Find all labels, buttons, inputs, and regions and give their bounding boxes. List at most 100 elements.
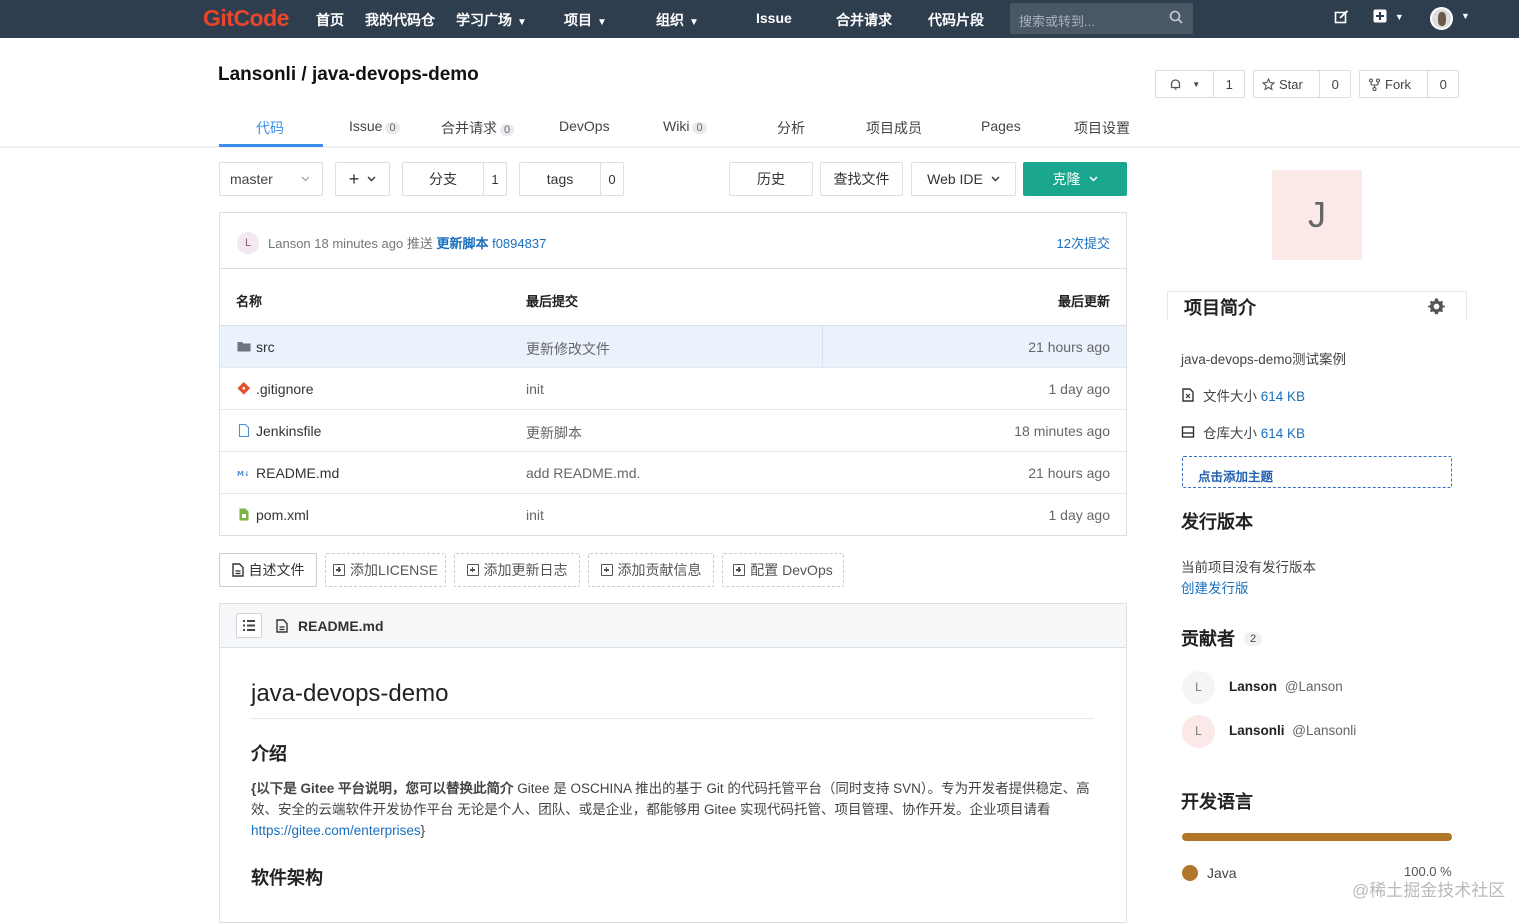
chevron-down-icon: ▼ xyxy=(517,17,527,28)
readme-heading-intro: 介绍 xyxy=(251,744,287,764)
find-file-button[interactable]: 查找文件 xyxy=(820,162,903,196)
tab-settings[interactable]: 项目设置 xyxy=(1074,118,1130,138)
watermark: @稀土掘金技术社区 xyxy=(1352,881,1506,900)
tab-issue[interactable]: Issue 0 xyxy=(349,118,400,134)
star-button[interactable]: Star 0 xyxy=(1253,70,1351,98)
add-contributing-button[interactable]: 添加贡献信息 xyxy=(588,553,714,587)
table-row[interactable]: Jenkinsfile 更新脚本 18 minutes ago xyxy=(220,410,1126,452)
repo-size-value: 614 KB xyxy=(1260,426,1306,441)
edit-icon[interactable] xyxy=(1334,10,1349,25)
table-row[interactable]: src 更新修改文件 21 hours ago xyxy=(220,326,1126,368)
file-commit-message[interactable]: init xyxy=(526,381,544,397)
toc-button[interactable] xyxy=(236,613,262,638)
project-intro-header: 项目简介 xyxy=(1167,291,1467,321)
nav-my-repos[interactable]: 我的代码仓 xyxy=(365,10,435,30)
commit-author-avatar[interactable]: L xyxy=(237,232,259,254)
chevron-down-icon xyxy=(1088,176,1098,182)
tab-pages[interactable]: Pages xyxy=(981,118,1021,134)
top-navbar: GitCode 首页 我的代码仓 学习广场 ▼ 项目 ▼ 组织 ▼ Issue 合并请… xyxy=(0,0,1519,38)
commit-message-link[interactable]: 更新脚本 xyxy=(436,236,488,251)
tab-analysis[interactable]: 分析 xyxy=(777,118,805,138)
repo-title[interactable]: Lansonli / java-devops-demo xyxy=(218,64,479,86)
add-license-button[interactable]: 添加LICENSE xyxy=(325,553,446,587)
language-color-dot xyxy=(1182,865,1198,881)
table-row[interactable]: .gitignore init 1 day ago xyxy=(220,368,1126,410)
readme-heading-architecture: 软件架构 xyxy=(251,868,323,888)
repo-tabs: 代码 Issue 0 合并请求 0 DevOps Wiki 0 分析 项目成员 Pag… xyxy=(0,108,1519,148)
add-changelog-button[interactable]: 添加更新日志 xyxy=(454,553,580,587)
tab-members[interactable]: 项目成员 xyxy=(866,118,922,138)
web-ide-button[interactable]: Web IDE xyxy=(911,162,1016,196)
enterprise-link[interactable]: https://gitee.com/enterprises xyxy=(251,823,421,838)
nav-snippets[interactable]: 代码片段 xyxy=(928,10,984,30)
table-row[interactable]: M↓ README.md add README.md. 21 hours ago xyxy=(220,452,1126,494)
contributor-item[interactable]: Lansonli @Lansonli xyxy=(1181,723,1356,738)
tab-mr-label: 合并请求 xyxy=(441,120,497,136)
search-placeholder: 搜索或转到... xyxy=(1019,14,1095,29)
user-avatar[interactable] xyxy=(1430,7,1453,30)
tab-devops[interactable]: DevOps xyxy=(559,118,610,134)
table-row[interactable]: pom.xml init 1 day ago xyxy=(220,494,1126,536)
file-name-link[interactable]: README.md xyxy=(256,465,339,481)
tab-wiki-label: Wiki xyxy=(663,118,690,134)
file-commit-message[interactable]: 更新脚本 xyxy=(526,423,582,443)
file-name-link[interactable]: Jenkinsfile xyxy=(256,423,321,439)
repo-size-row: 仓库大小 614 KB xyxy=(1181,422,1305,442)
nav-learning-label: 学习广场 xyxy=(456,12,512,28)
watch-button[interactable]: ▼ 1 xyxy=(1155,70,1245,98)
branch-select[interactable]: master xyxy=(219,162,323,196)
file-commit-message[interactable]: init xyxy=(526,507,544,523)
gitcode-logo[interactable]: GitCode xyxy=(203,5,289,32)
add-topic-button[interactable]: 点击添加主题 xyxy=(1182,456,1452,488)
add-file-menu[interactable]: + xyxy=(335,162,390,196)
repo-size-label: 仓库大小 xyxy=(1203,426,1257,441)
nav-home[interactable]: 首页 xyxy=(316,10,344,30)
nav-learning[interactable]: 学习广场 ▼ xyxy=(456,10,527,30)
create-new-menu[interactable]: ▼ xyxy=(1373,9,1404,26)
chevron-down-icon[interactable]: ▼ xyxy=(1461,11,1470,21)
file-name-link[interactable]: pom.xml xyxy=(256,507,309,523)
commit-action: 推送 xyxy=(406,236,433,251)
no-release-text: 当前项目没有发行版本 xyxy=(1181,560,1316,575)
nav-issue[interactable]: Issue xyxy=(756,10,792,26)
clone-button[interactable]: 克隆 xyxy=(1023,162,1127,196)
readme-title: java-devops-demo xyxy=(251,680,1094,719)
commit-count-link[interactable]: 12次提交 xyxy=(1057,233,1110,252)
readme-bold-text: {以下是 Gitee 平台说明，您可以替换此简介 xyxy=(251,781,514,796)
tab-merge-requests[interactable]: 合并请求 0 xyxy=(441,118,515,138)
nav-orgs[interactable]: 组织 ▼ xyxy=(656,10,699,30)
configure-devops-button[interactable]: 配置 DevOps xyxy=(722,553,844,587)
project-avatar: J xyxy=(1272,170,1362,260)
nav-projects[interactable]: 项目 ▼ xyxy=(564,10,607,30)
plus-icon: + xyxy=(348,169,360,189)
plus-square-icon xyxy=(1373,9,1387,23)
create-release-link[interactable]: 创建发行版 xyxy=(1181,577,1249,597)
file-updated-time: 21 hours ago xyxy=(1028,339,1110,355)
file-commit-message[interactable]: add README.md. xyxy=(526,465,640,481)
file-name-link[interactable]: .gitignore xyxy=(256,381,314,397)
contributor-item[interactable]: Lanson @Lanson xyxy=(1181,679,1343,694)
languages-title: 开发语言 xyxy=(1181,792,1253,812)
tab-code[interactable]: 代码 xyxy=(256,118,284,138)
tab-wiki[interactable]: Wiki 0 xyxy=(663,118,707,134)
commit-sha-link[interactable]: f0894837 xyxy=(492,236,546,251)
commit-time: 18 minutes ago xyxy=(314,236,404,251)
fork-button[interactable]: Fork 0 xyxy=(1359,70,1459,98)
star-icon xyxy=(1262,77,1275,91)
chevron-down-icon xyxy=(301,176,310,182)
header-last-update: 最后更新 xyxy=(1057,294,1110,309)
readme-button[interactable]: 自述文件 xyxy=(219,553,317,587)
gear-icon[interactable] xyxy=(1427,297,1446,316)
tags-button[interactable]: tags 0 xyxy=(519,162,624,196)
file-name-link[interactable]: src xyxy=(256,339,275,355)
branches-button[interactable]: 分支 1 xyxy=(402,162,507,196)
chevron-down-icon xyxy=(991,176,1000,182)
search-input[interactable]: 搜索或转到... xyxy=(1010,3,1193,34)
nav-merge-requests[interactable]: 合并请求 xyxy=(836,10,892,30)
commit-author[interactable]: Lanson xyxy=(268,236,311,251)
file-commit-message[interactable]: 更新修改文件 xyxy=(526,339,610,359)
history-button[interactable]: 历史 xyxy=(729,162,813,196)
chevron-down-icon: ▼ xyxy=(1394,12,1404,22)
star-count: 0 xyxy=(1319,71,1350,97)
web-ide-label: Web IDE xyxy=(927,171,983,187)
